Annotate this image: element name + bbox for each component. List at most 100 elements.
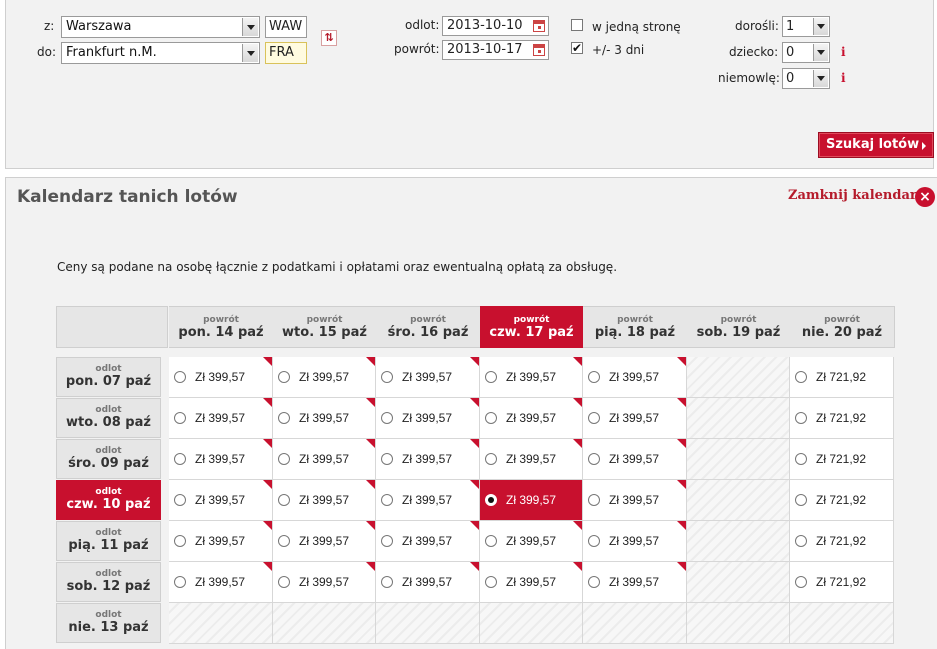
fare-cell[interactable]: Zł 399,57	[376, 562, 480, 603]
fare-price: Zł 399,57	[506, 493, 557, 507]
one-way-checkbox[interactable]	[571, 19, 583, 31]
depart-date-input[interactable]: 2013-10-10	[442, 16, 549, 36]
children-select[interactable]: 0	[782, 42, 830, 63]
fare-cell[interactable]: Zł 399,57	[273, 398, 376, 439]
from-select[interactable]: Warszawa	[61, 16, 260, 38]
fare-cell[interactable]: Zł 721,92	[790, 480, 894, 521]
fare-cell[interactable]: Zł 399,57	[376, 357, 480, 398]
fare-cell[interactable]: Zł 399,57	[169, 398, 273, 439]
fare-radio[interactable]	[795, 576, 807, 588]
fare-radio[interactable]	[174, 494, 186, 506]
fare-cell[interactable]: Zł 399,57	[583, 521, 687, 562]
fare-radio[interactable]	[381, 576, 393, 588]
info-icon[interactable]: i	[841, 45, 846, 59]
chevron-down-icon[interactable]	[242, 44, 258, 62]
fare-radio[interactable]	[278, 371, 290, 383]
fare-cell[interactable]: Zł 399,57	[480, 521, 583, 562]
fare-radio[interactable]	[278, 576, 290, 588]
chevron-down-icon[interactable]	[813, 70, 828, 87]
fare-radio[interactable]	[588, 576, 600, 588]
fare-radio[interactable]	[795, 371, 807, 383]
fare-radio[interactable]	[278, 535, 290, 547]
fare-cell[interactable]: Zł 399,57	[480, 562, 583, 603]
fare-radio[interactable]	[381, 371, 393, 383]
fare-radio[interactable]	[278, 494, 290, 506]
return-date-input[interactable]: 2013-10-17	[442, 40, 549, 60]
fare-cell[interactable]: Zł 399,57	[583, 357, 687, 398]
search-flights-button[interactable]: Szukaj lotów	[818, 132, 934, 158]
fare-radio[interactable]	[485, 412, 497, 424]
fare-cell[interactable]: Zł 399,57	[583, 562, 687, 603]
fare-radio[interactable]	[278, 412, 290, 424]
fare-cell[interactable]: Zł 399,57	[480, 439, 583, 480]
fare-cell[interactable]: Zł 399,57	[273, 480, 376, 521]
fare-cell[interactable]: Zł 399,57	[169, 521, 273, 562]
fare-radio[interactable]	[174, 412, 186, 424]
fare-cell[interactable]: Zł 399,57	[273, 357, 376, 398]
info-icon[interactable]: i	[841, 71, 846, 85]
fare-radio[interactable]	[485, 535, 497, 547]
fare-cell[interactable]: Zł 399,57	[376, 521, 480, 562]
fare-radio[interactable]	[174, 576, 186, 588]
fare-radio[interactable]	[174, 453, 186, 465]
from-code-input[interactable]: WAW	[265, 16, 307, 38]
fare-cell[interactable]: Zł 399,57	[273, 439, 376, 480]
fare-cell[interactable]: Zł 399,57	[273, 562, 376, 603]
fare-radio[interactable]	[795, 494, 807, 506]
fare-cell[interactable]: Zł 399,57	[480, 357, 583, 398]
fare-cell[interactable]: Zł 399,57	[376, 439, 480, 480]
fare-radio[interactable]	[381, 494, 393, 506]
fare-cell[interactable]: Zł 721,92	[790, 398, 894, 439]
fare-price: Zł 721,92	[816, 452, 867, 466]
to-code-input[interactable]: FRA	[265, 42, 307, 64]
fare-cell[interactable]: Zł 721,92	[790, 357, 894, 398]
adults-select[interactable]: 1	[782, 16, 830, 37]
fare-radio[interactable]	[485, 371, 497, 383]
fare-cell[interactable]: Zł 399,57	[376, 398, 480, 439]
fare-radio[interactable]	[485, 494, 497, 506]
fare-radio[interactable]	[381, 535, 393, 547]
close-calendar-link[interactable]: Zamknij kalendarz	[788, 188, 924, 203]
fare-radio[interactable]	[588, 371, 600, 383]
fare-radio[interactable]	[381, 453, 393, 465]
fare-radio[interactable]	[174, 371, 186, 383]
lowest-fare-flag-icon	[263, 357, 272, 366]
fare-radio[interactable]	[795, 535, 807, 547]
fare-cell[interactable]: Zł 399,57	[169, 480, 273, 521]
fare-cell[interactable]: Zł 721,92	[790, 439, 894, 480]
fare-cell[interactable]: Zł 399,57	[583, 439, 687, 480]
chevron-down-icon[interactable]	[813, 18, 828, 35]
fare-radio[interactable]	[588, 494, 600, 506]
swap-icon[interactable]: ⇅	[321, 30, 337, 46]
fare-radio[interactable]	[795, 412, 807, 424]
fare-radio[interactable]	[278, 453, 290, 465]
fare-radio[interactable]	[485, 576, 497, 588]
fare-cell[interactable]: Zł 399,57	[169, 439, 273, 480]
chevron-down-icon[interactable]	[813, 44, 828, 61]
fare-cell[interactable]: Zł 399,57	[169, 562, 273, 603]
fare-radio[interactable]	[795, 453, 807, 465]
fare-radio[interactable]	[588, 535, 600, 547]
fare-radio[interactable]	[588, 453, 600, 465]
to-select[interactable]: Frankfurt n.M.	[61, 42, 260, 64]
calendar-icon[interactable]	[533, 44, 545, 56]
fare-radio[interactable]	[174, 535, 186, 547]
fare-cell[interactable]: Zł 721,92	[790, 521, 894, 562]
lowest-fare-flag-icon	[470, 357, 479, 366]
fare-radio[interactable]	[381, 412, 393, 424]
close-icon[interactable]: ×	[915, 187, 935, 207]
fare-cell[interactable]: Zł 399,57	[480, 398, 583, 439]
fare-cell[interactable]: Zł 721,92	[790, 562, 894, 603]
fare-cell[interactable]: Zł 399,57	[169, 357, 273, 398]
fare-radio[interactable]	[588, 412, 600, 424]
fare-cell[interactable]: Zł 399,57	[583, 480, 687, 521]
flex-dates-checkbox[interactable]: ✔	[571, 42, 583, 54]
calendar-icon[interactable]	[533, 20, 545, 32]
fare-cell[interactable]: Zł 399,57	[376, 480, 480, 521]
infants-select[interactable]: 0	[782, 68, 830, 89]
fare-cell[interactable]: Zł 399,57	[583, 398, 687, 439]
fare-cell[interactable]: Zł 399,57	[480, 480, 583, 521]
fare-radio[interactable]	[485, 453, 497, 465]
chevron-down-icon[interactable]	[242, 18, 258, 36]
fare-cell[interactable]: Zł 399,57	[273, 521, 376, 562]
